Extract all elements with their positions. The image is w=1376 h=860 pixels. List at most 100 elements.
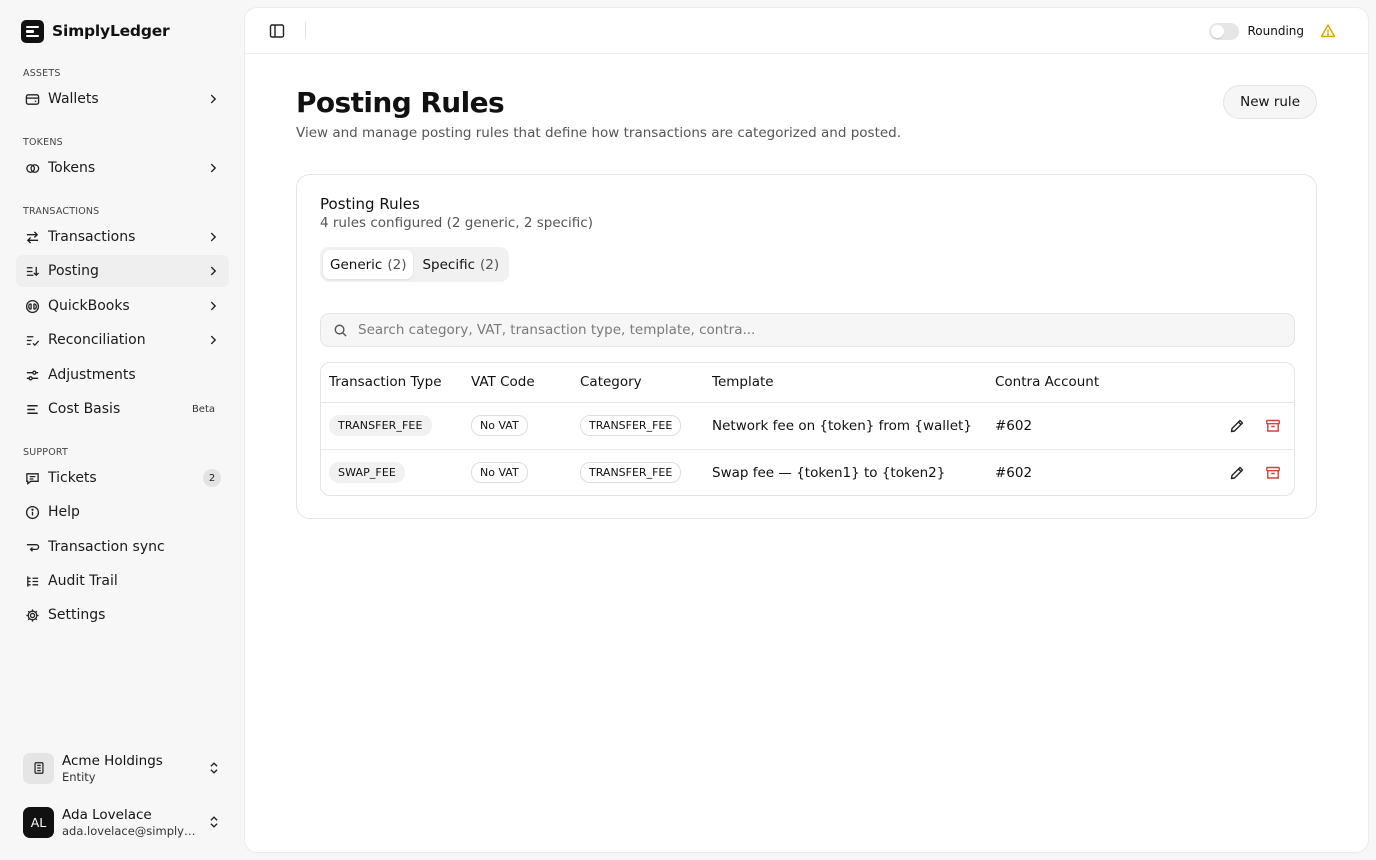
sidebar-toggle-icon[interactable] — [268, 22, 286, 40]
topbar: Rounding — [245, 8, 1368, 54]
entity-name: Acme Holdings — [62, 752, 163, 769]
column-header-contra-account: Contra Account — [987, 363, 1167, 403]
table-header-row: Transaction Type VAT Code Category Templ… — [321, 363, 1294, 403]
contra-account-cell: #602 — [995, 464, 1033, 481]
table-row[interactable]: TRANSFER_FEE No VAT TRANSFER_FEE Network… — [321, 402, 1294, 450]
sidebar-item-transaction-sync[interactable]: Transaction sync — [16, 531, 229, 563]
table-row[interactable]: SWAP_FEE No VAT TRANSFER_FEE Swap fee — … — [321, 449, 1294, 495]
entity-type: Entity — [62, 769, 96, 784]
chevron-right-icon — [205, 332, 221, 348]
chevron-right-icon — [205, 160, 221, 176]
brand-logo-icon — [21, 19, 44, 43]
chevron-right-icon — [205, 298, 221, 314]
chevrons-up-down-icon — [206, 814, 222, 830]
card-subtitle: 4 rules configured (2 generic, 2 specifi… — [320, 215, 593, 231]
posting-rules-card: Posting Rules 4 rules configured (2 gene… — [296, 174, 1317, 519]
tab-count: (2) — [480, 256, 500, 273]
sidebar-item-quickbooks[interactable]: QuickBooks — [16, 290, 229, 322]
entity-switcher[interactable]: Acme Holdings Entity — [16, 746, 229, 790]
building-icon — [23, 752, 54, 784]
user-name: Ada Lovelace — [62, 806, 152, 823]
vat-code-badge: No VAT — [471, 415, 528, 436]
card-title: Posting Rules — [320, 195, 420, 213]
sidebar-item-audit-trail[interactable]: Audit Trail — [16, 565, 229, 597]
sidebar-item-help[interactable]: Help — [16, 496, 229, 528]
section-label-tokens: TOKENS — [23, 137, 63, 148]
transaction-type-badge: TRANSFER_FEE — [329, 415, 432, 436]
sidebar-item-wallets[interactable]: Wallets — [16, 83, 229, 115]
brand[interactable]: SimplyLedger — [21, 19, 170, 43]
template-cell: Network fee on {token} from {wallet} — [704, 402, 987, 450]
sidebar-item-cost-basis[interactable]: Cost Basis Beta — [16, 393, 229, 425]
sidebar-item-label: Settings — [48, 607, 106, 623]
sidebar-item-label: QuickBooks — [48, 298, 130, 314]
user-menu[interactable]: AL Ada Lovelace ada.lovelace@simplyled..… — [16, 800, 229, 844]
chevrons-up-down-icon — [206, 760, 222, 776]
rules-table: Transaction Type VAT Code Category Templ… — [320, 362, 1295, 496]
message-square-icon — [24, 470, 40, 486]
info-icon — [24, 504, 40, 520]
category-badge: TRANSFER_FEE — [580, 462, 682, 484]
coins-icon — [24, 160, 40, 176]
avatar: AL — [23, 806, 54, 838]
topbar-divider — [305, 22, 306, 38]
new-rule-button[interactable]: New rule — [1223, 85, 1317, 119]
sidebar-item-settings[interactable]: Settings — [16, 599, 229, 631]
list-check-icon — [24, 332, 40, 348]
edit-pencil-icon[interactable] — [1228, 417, 1246, 435]
user-email: ada.lovelace@simplyled... — [62, 823, 198, 838]
archive-delete-icon[interactable] — [1264, 464, 1282, 482]
tickets-count-badge: 2 — [203, 469, 221, 487]
section-label-transactions: TRANSACTIONS — [23, 206, 100, 217]
rounding-toggle-group: Rounding — [1209, 21, 1304, 41]
sidebar-item-posting[interactable]: Posting — [16, 255, 229, 287]
sidebar-item-label: Wallets — [48, 91, 99, 107]
search-input[interactable] — [358, 322, 1282, 338]
row-actions — [1167, 402, 1294, 450]
template-cell: Swap fee — {token1} to {token2} — [712, 464, 946, 481]
warning-icon[interactable] — [1319, 22, 1337, 40]
edit-pencil-icon[interactable] — [1228, 464, 1246, 482]
rounding-label: Rounding — [1247, 24, 1304, 38]
page-title: Posting Rules — [296, 86, 505, 119]
column-header-template: Template — [704, 363, 987, 403]
search-icon — [333, 323, 348, 338]
sidebar-item-reconciliation[interactable]: Reconciliation — [16, 324, 229, 356]
sidebar-item-transactions[interactable]: Transactions — [16, 221, 229, 253]
tab-label: Generic — [330, 256, 383, 273]
rule-type-tabs: Generic (2) Specific (2) — [320, 247, 510, 282]
sidebar-item-label: Tokens — [48, 160, 96, 176]
page-subtitle: View and manage posting rules that defin… — [296, 125, 902, 141]
tab-specific[interactable]: Specific (2) — [415, 250, 506, 279]
sidebar-item-label: Transactions — [48, 229, 136, 245]
chevron-right-icon — [205, 91, 221, 107]
category-badge: TRANSFER_FEE — [580, 415, 682, 436]
gear-icon — [24, 607, 40, 623]
app-root: SimplyLedger ASSETS Wallets TOKENS Token… — [0, 0, 1376, 860]
sliders-icon — [24, 367, 40, 383]
quickbooks-icon — [24, 298, 40, 314]
beta-badge: Beta — [191, 403, 215, 415]
chevron-right-icon — [205, 263, 221, 279]
transaction-type-badge: SWAP_FEE — [329, 462, 405, 484]
wallet-icon — [24, 91, 40, 107]
sidebar-item-label: Help — [48, 504, 80, 520]
sidebar-item-label: Reconciliation — [48, 332, 146, 348]
sidebar-item-tokens[interactable]: Tokens — [16, 152, 229, 184]
column-header-actions — [1167, 363, 1294, 403]
sidebar-item-label: Adjustments — [48, 367, 136, 383]
sidebar-item-adjustments[interactable]: Adjustments — [16, 359, 229, 391]
brand-name: SimplyLedger — [52, 22, 170, 40]
row-actions — [1167, 449, 1294, 495]
arrows-left-right-icon — [24, 229, 40, 245]
chevron-right-icon — [205, 229, 221, 245]
rounding-switch[interactable] — [1209, 22, 1240, 40]
sidebar-item-tickets[interactable]: Tickets 2 — [16, 462, 229, 494]
archive-delete-icon[interactable] — [1264, 417, 1282, 435]
tab-generic[interactable]: Generic (2) — [323, 250, 414, 279]
column-header-vat-code: VAT Code — [463, 363, 572, 403]
search-box — [320, 313, 1295, 347]
sync-arrow-icon — [24, 539, 40, 555]
sidebar-item-label: Cost Basis — [48, 401, 121, 417]
main-panel: Rounding Posting Rules View and manage p… — [245, 8, 1368, 852]
